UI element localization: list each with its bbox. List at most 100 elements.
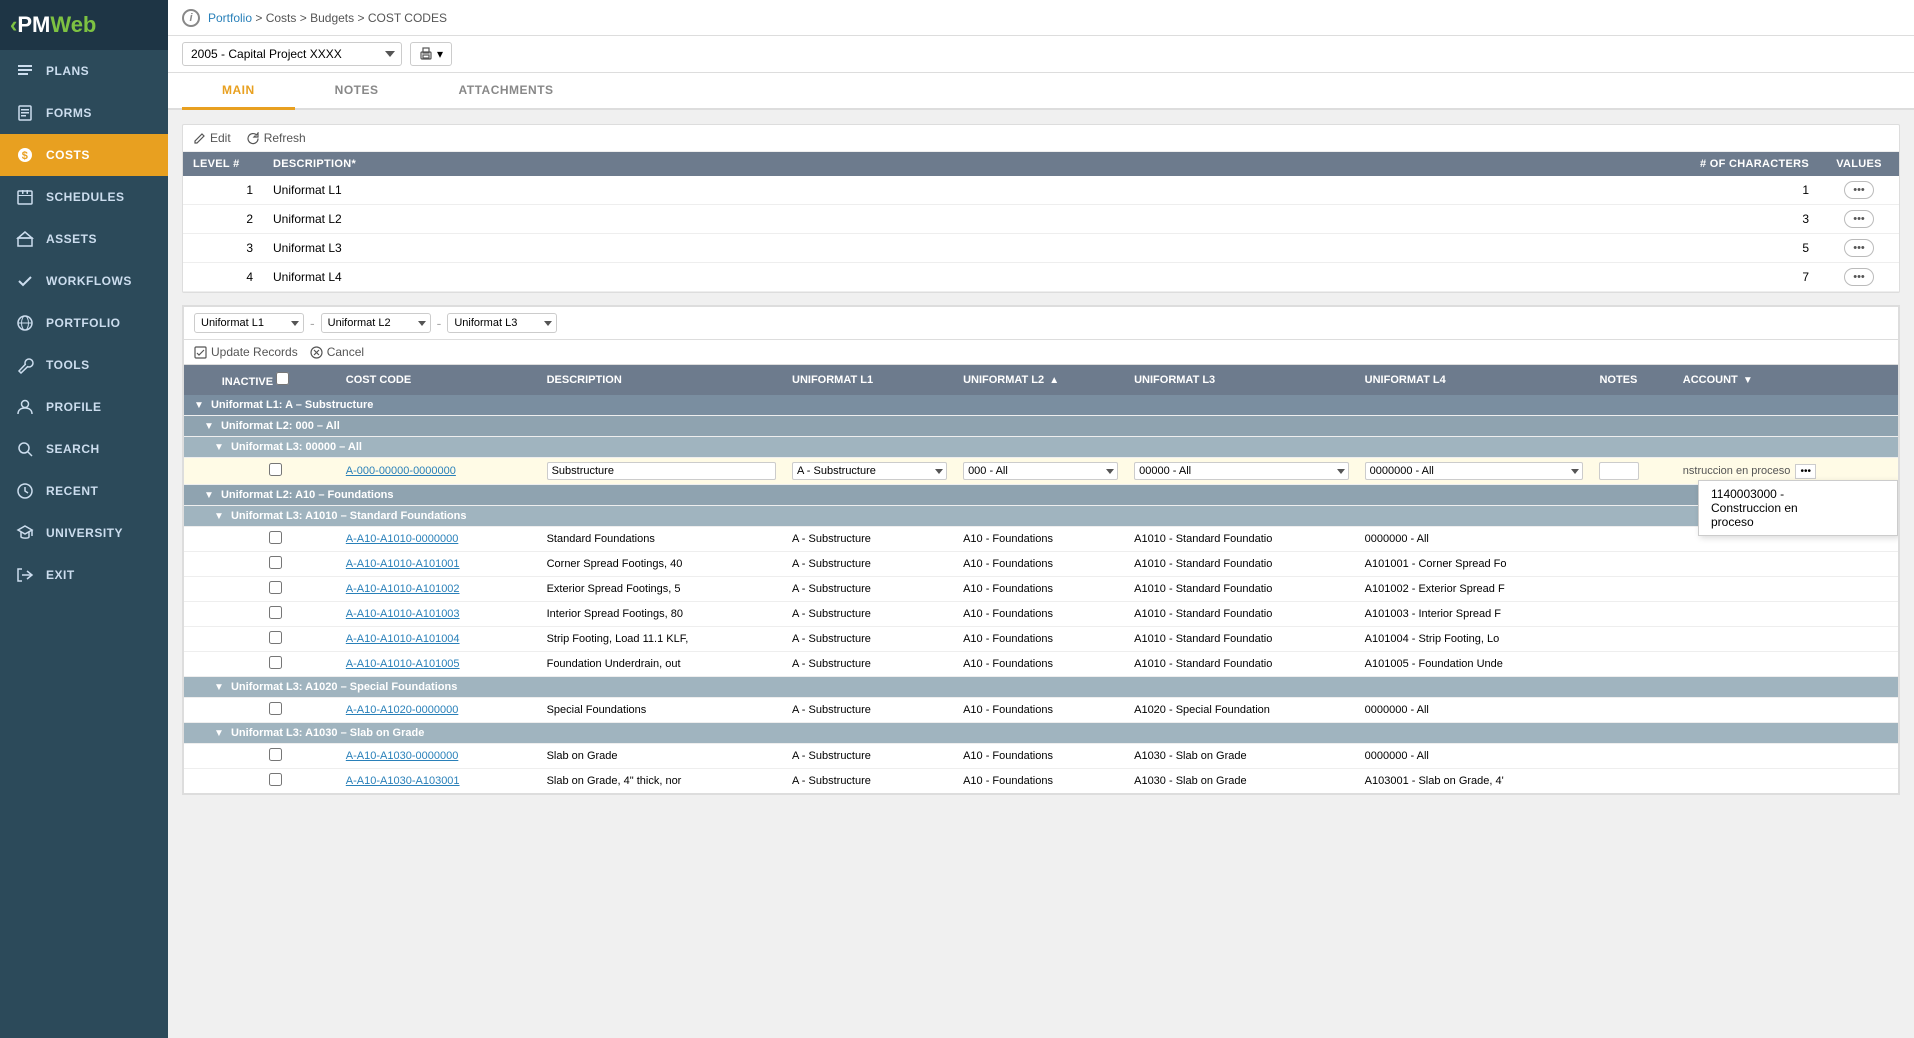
breadcrumb-sep3: > — [357, 11, 367, 25]
row-checkbox[interactable] — [269, 773, 282, 786]
sidebar-item-tools[interactable]: TOOLS — [0, 344, 168, 386]
sidebar-item-search[interactable]: SEARCH — [0, 428, 168, 470]
row-u4: A101005 - Foundation Unde — [1357, 652, 1592, 677]
values-btn-3[interactable]: ••• — [1844, 239, 1874, 257]
values-btn-1[interactable]: ••• — [1844, 181, 1874, 199]
row-checkbox[interactable] — [269, 748, 282, 761]
table-row: A-A10-A1020-0000000 Special Foundations … — [184, 698, 1898, 723]
edit-inactive-checkbox[interactable] — [269, 463, 282, 476]
sidebar-item-forms-label: FORMS — [46, 106, 92, 120]
values-btn-4[interactable]: ••• — [1844, 268, 1874, 286]
group-row-l3-a1010: ▼ Uniformat L3: A1010 – Standard Foundat… — [184, 506, 1898, 527]
row-u1: A - Substructure — [784, 794, 955, 795]
expand-l3-00000-icon[interactable]: ▼ — [214, 442, 224, 453]
sidebar-item-forms[interactable]: FORMS — [0, 92, 168, 134]
cost-code-link[interactable]: A-A10-A1010-A101003 — [338, 602, 539, 627]
filter-select-1[interactable]: Uniformat L1 — [194, 313, 304, 333]
edit-u4-select[interactable]: 0000000 - All — [1365, 462, 1584, 480]
recent-icon — [14, 480, 36, 502]
print-icon — [419, 47, 433, 61]
expand-l1-icon[interactable]: ▼ — [194, 400, 204, 411]
row-checkbox[interactable] — [269, 606, 282, 619]
update-records-button[interactable]: Update Records — [194, 345, 298, 359]
filter-row: Uniformat L1 - Uniformat L2 - Uniformat … — [183, 306, 1899, 339]
edit-row-account: nstruccion en proceso ••• 1140003000 - C… — [1675, 458, 1898, 485]
filter-select-2[interactable]: Uniformat L2 — [321, 313, 431, 333]
cost-code-link[interactable]: A-A10-A1010-A101005 — [338, 652, 539, 677]
sidebar-item-assets[interactable]: ASSETS — [0, 218, 168, 260]
edit-notes-input[interactable] — [1599, 462, 1639, 480]
costs-icon: $ — [14, 144, 36, 166]
row-checkbox[interactable] — [269, 656, 282, 669]
sidebar-item-costs[interactable]: $ COSTS — [0, 134, 168, 176]
table-row: A-A10-A1010-A101005 Foundation Underdrai… — [184, 652, 1898, 677]
row-checkbox[interactable] — [269, 581, 282, 594]
row-u2: A10 - Foundations — [955, 527, 1126, 552]
row-u3: A1030 - Slab on Grade — [1126, 794, 1357, 795]
row-u3: A1010 - Standard Foundatio — [1126, 527, 1357, 552]
cost-code-link[interactable]: A-A10-A1030-0000000 — [338, 744, 539, 769]
row-u4: 0000000 - All — [1357, 744, 1592, 769]
sidebar-item-recent[interactable]: RECENT — [0, 470, 168, 512]
expand-l3-a1030-icon[interactable]: ▼ — [214, 728, 224, 739]
sidebar-item-schedules[interactable]: SCHEDULES — [0, 176, 168, 218]
values-btn-2[interactable]: ••• — [1844, 210, 1874, 228]
level-num: 3 — [183, 234, 263, 263]
sidebar-item-workflows[interactable]: WORKFLOWS — [0, 260, 168, 302]
edit-row-costcode[interactable]: A-000-00000-0000000 — [338, 458, 539, 485]
row-u1: A - Substructure — [784, 602, 955, 627]
inactive-header-checkbox[interactable] — [276, 372, 289, 385]
expand-l3-a1020-icon[interactable]: ▼ — [214, 682, 224, 693]
cost-code-link[interactable]: A-A10-A1030-A103002 — [338, 794, 539, 795]
row-u3: A1010 - Standard Foundatio — [1126, 577, 1357, 602]
print-button[interactable]: ▾ — [410, 42, 452, 66]
expand-l2-a10-icon[interactable]: ▼ — [204, 490, 214, 501]
sidebar-item-profile[interactable]: PROFILE — [0, 386, 168, 428]
breadcrumb-portfolio[interactable]: Portfolio — [208, 11, 252, 25]
dropdown-item-1[interactable]: 1140003000 - Construccion en proceso — [1699, 481, 1897, 535]
table-row: 1 Uniformat L1 1 ••• — [183, 176, 1899, 205]
cancel-button[interactable]: Cancel — [310, 345, 364, 359]
portfolio-icon — [14, 312, 36, 334]
sidebar-item-university[interactable]: UNIVERSITY — [0, 512, 168, 554]
sidebar-item-plans[interactable]: PLANS — [0, 50, 168, 92]
col-notes: NOTES — [1591, 365, 1674, 395]
cost-code-link[interactable]: A-A10-A1010-0000000 — [338, 527, 539, 552]
edit-u3-select[interactable]: 00000 - All — [1134, 462, 1349, 480]
tab-attachments[interactable]: ATTACHMENTS — [419, 73, 594, 110]
edit-account-value: nstruccion en proceso — [1683, 465, 1791, 477]
expand-l3-a1010-icon[interactable]: ▼ — [214, 511, 224, 522]
cost-code-link[interactable]: A-A10-A1030-A103001 — [338, 769, 539, 794]
sidebar-item-exit[interactable]: EXIT — [0, 554, 168, 596]
cost-code-link[interactable]: A-A10-A1020-0000000 — [338, 698, 539, 723]
row-checkbox[interactable] — [269, 702, 282, 715]
edit-button[interactable]: Edit — [193, 131, 231, 145]
cost-code-link[interactable]: A-A10-A1010-A101004 — [338, 627, 539, 652]
table-row: 2 Uniformat L2 3 ••• — [183, 205, 1899, 234]
row-desc: Standard Foundations — [539, 527, 784, 552]
info-icon[interactable]: i — [182, 9, 200, 27]
tab-main[interactable]: MAIN — [182, 73, 295, 110]
data-section: Uniformat L1 - Uniformat L2 - Uniformat … — [182, 305, 1900, 795]
col-costcode: COST CODE — [338, 365, 539, 395]
edit-desc-input[interactable] — [547, 462, 776, 480]
row-checkbox[interactable] — [269, 556, 282, 569]
cost-code-link[interactable]: A-A10-A1010-A101002 — [338, 577, 539, 602]
row-checkbox[interactable] — [269, 631, 282, 644]
expand-l2-000-icon[interactable]: ▼ — [204, 421, 214, 432]
sidebar-item-portfolio[interactable]: PORTFOLIO — [0, 302, 168, 344]
filter-select-3[interactable]: Uniformat L3 — [447, 313, 557, 333]
edit-u1-select[interactable]: A - Substructure — [792, 462, 947, 480]
refresh-button[interactable]: Refresh — [247, 131, 306, 145]
cost-code-link[interactable]: A-A10-A1010-A101001 — [338, 552, 539, 577]
project-select[interactable]: 2005 - Capital Project XXXX — [182, 42, 402, 66]
edit-u2-select[interactable]: 000 - All — [963, 462, 1118, 480]
breadcrumb-current: COST CODES — [368, 11, 447, 25]
row-u1: A - Substructure — [784, 627, 955, 652]
row-checkbox[interactable] — [269, 531, 282, 544]
tab-notes[interactable]: NOTES — [295, 73, 419, 110]
edit-account-dots[interactable]: ••• — [1795, 464, 1816, 479]
col-desc: DESCRIPTION — [539, 365, 784, 395]
col-chars: # OF CHARACTERS — [1679, 152, 1819, 176]
table-row: A-A10-A1010-0000000 Standard Foundations… — [184, 527, 1898, 552]
